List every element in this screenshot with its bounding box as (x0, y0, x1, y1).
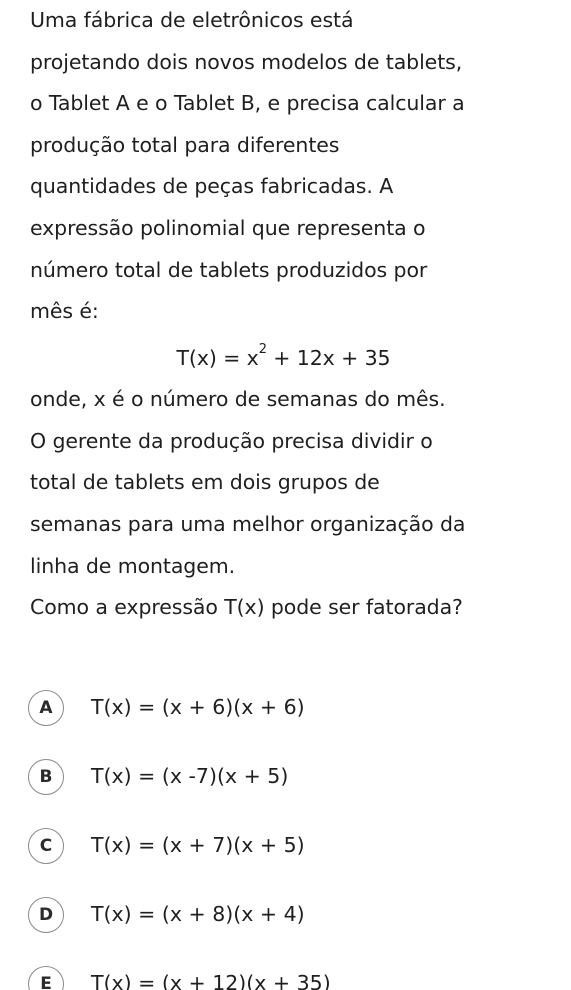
question-line: mês é: (30, 299, 99, 324)
question-line: Uma fábrica de eletrônicos está (30, 8, 354, 32)
polynomial-formula: T(x) = x2 + 12x + 35 (30, 333, 565, 379)
option-letter-badge: C (28, 828, 64, 864)
option-text: T(x) = (x + 7)(x + 5) (91, 833, 305, 857)
question-line: quantidades de peças fabricadas. A (30, 174, 394, 199)
answer-options: A T(x) = (x + 6)(x + 6) B T(x) = (x -7)(… (28, 690, 548, 990)
formula-lhs: T(x) = x (176, 345, 259, 370)
option-a[interactable]: A T(x) = (x + 6)(x + 6) (28, 690, 548, 728)
formula-rhs: + 12x + 35 (266, 345, 391, 370)
option-letter-badge: A (28, 690, 64, 726)
question-line: linha de montagem. (30, 553, 236, 578)
option-c[interactable]: C T(x) = (x + 7)(x + 5) (28, 828, 548, 866)
option-letter-badge: D (28, 897, 64, 933)
option-text: T(x) = (x + 6)(x + 6) (91, 695, 305, 719)
option-letter-badge: B (28, 759, 64, 795)
question-line: O gerente da produção precisa dividir o (30, 428, 433, 453)
question-line: produção total para diferentes (30, 132, 340, 157)
question-prompt: Como a expressão T(x) pode ser fatorada? (30, 595, 463, 620)
option-b[interactable]: B T(x) = (x -7)(x + 5) (28, 759, 548, 797)
option-d[interactable]: D T(x) = (x + 8)(x + 4) (28, 897, 548, 935)
option-e[interactable]: E T(x) = (x + 12)(x + 35) (28, 966, 548, 990)
formula-exponent: 2 (258, 341, 267, 357)
question-line: semanas para uma melhor organização da (30, 511, 466, 536)
question-line: o Tablet A e o Tablet B, e precisa calcu… (30, 91, 465, 116)
question-line: total de tablets em dois grupos de (30, 470, 380, 495)
option-letter-badge: E (28, 966, 64, 990)
question-line: onde, x é o número de semanas do mês. (30, 387, 446, 412)
question-line: expressão polinomial que representa o (30, 215, 426, 240)
question-text: Uma fábrica de eletrônicos está projetan… (30, 0, 565, 629)
question-line: projetando dois novos modelos de tablets… (30, 49, 463, 74)
option-text: T(x) = (x + 12)(x + 35) (91, 971, 331, 990)
option-text: T(x) = (x -7)(x + 5) (91, 764, 289, 788)
option-text: T(x) = (x + 8)(x + 4) (91, 902, 305, 926)
question-line: número total de tablets produzidos por (30, 257, 428, 282)
